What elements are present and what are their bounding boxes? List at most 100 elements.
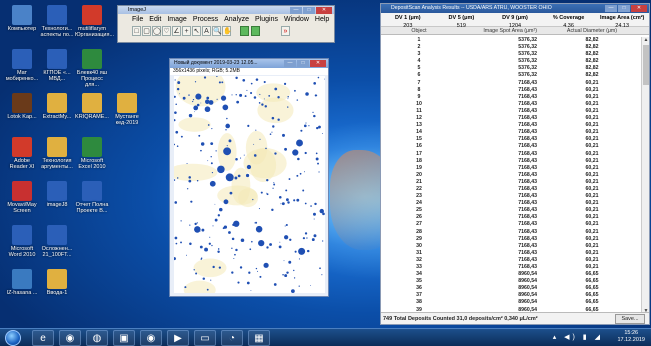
menu-window[interactable]: Window: [284, 16, 309, 23]
table-row[interactable]: 31 7168,43 60,21: [381, 250, 643, 257]
desktop-icon[interactable]: Блевк40 яш Процесс для...: [75, 49, 109, 88]
table-row[interactable]: 9 7168,43 60,21: [381, 94, 643, 101]
table-row[interactable]: 12 7168,43 60,21: [381, 115, 643, 122]
table-row[interactable]: 16 7168,43 60,21: [381, 143, 643, 150]
col-spot-area[interactable]: Image Spot Area (μm²): [457, 27, 543, 34]
imagej-tool[interactable]: 🔍: [212, 26, 222, 36]
desktop-icon[interactable]: Мат мобиренко...: [5, 49, 39, 82]
save-button[interactable]: Save...: [615, 314, 645, 324]
imagej-titlebar[interactable]: ImageJ — □ ✕: [118, 6, 334, 14]
desktop-icon[interactable]: ExtractMy...: [40, 93, 74, 120]
imagej-tool[interactable]: □: [132, 26, 141, 36]
results-table[interactable]: 1 5376,32 82,82 2 5376,32 82,82 3 5376,32 82,82 4…: [381, 37, 643, 314]
desktop-icon[interactable]: KRIQRAME...: [75, 93, 109, 120]
menu-help[interactable]: Help: [315, 16, 329, 23]
imagej-tool[interactable]: +: [182, 26, 191, 36]
table-row[interactable]: 23 7168,43 60,21: [381, 193, 643, 200]
desktop-icon[interactable]: Мустанге кед-2019: [110, 93, 144, 126]
firefox-icon[interactable]: ◍: [86, 330, 108, 346]
table-row[interactable]: 4 5376,32 82,82: [381, 58, 643, 65]
table-row[interactable]: 33 7168,43 60,21: [381, 264, 643, 271]
table-row[interactable]: 29 7168,43 60,21: [381, 236, 643, 243]
table-row[interactable]: 20 7168,43 60,21: [381, 172, 643, 179]
col-diameter[interactable]: Actual Diameter (μm): [543, 27, 641, 34]
deposit-icon[interactable]: ▦: [248, 330, 270, 346]
imagej-tool[interactable]: ✋: [222, 26, 232, 36]
menu-file[interactable]: File: [132, 16, 143, 23]
ie-icon[interactable]: e: [32, 330, 54, 346]
table-row[interactable]: 30 7168,43 60,21: [381, 243, 643, 250]
desktop-icon[interactable]: Adobe Reader XI: [5, 137, 39, 170]
imagej-tool[interactable]: ▢: [142, 26, 151, 36]
chrome-icon[interactable]: ◉: [140, 330, 162, 346]
desktop-icon[interactable]: Ввода-1: [40, 269, 74, 296]
table-row[interactable]: 24 7168,43 60,21: [381, 200, 643, 207]
imagej-plugin-icon[interactable]: [240, 26, 249, 36]
results-scrollbar[interactable]: ▲ ▼: [641, 37, 649, 314]
close-button[interactable]: ✕: [631, 5, 647, 12]
maximize-button[interactable]: □: [297, 60, 309, 67]
table-row[interactable]: 1 5376,32 82,82: [381, 37, 643, 44]
media-player-icon[interactable]: ▶: [167, 330, 189, 346]
table-row[interactable]: 2 5376,32 82,82: [381, 44, 643, 51]
maximize-button[interactable]: □: [303, 7, 315, 14]
image-window-titlebar[interactable]: Новый документ 2019-03-23 12.05... — □ ✕: [170, 59, 328, 68]
imagej-tool[interactable]: ♡: [162, 26, 171, 36]
desktop-icon[interactable]: Microsoft Excel 2010: [75, 137, 109, 170]
maximize-button[interactable]: □: [618, 5, 630, 12]
start-button[interactable]: [5, 330, 21, 346]
table-row[interactable]: 5 5376,32 82,82: [381, 65, 643, 72]
table-row[interactable]: 13 7168,43 60,21: [381, 122, 643, 129]
table-row[interactable]: 32 7168,43 60,21: [381, 257, 643, 264]
minimize-button[interactable]: —: [284, 60, 296, 67]
desktop-icon[interactable]: Lotok Kap...: [5, 93, 39, 120]
table-row[interactable]: 26 7168,43 60,21: [381, 214, 643, 221]
table-row[interactable]: 7 7168,43 60,21: [381, 80, 643, 87]
close-button[interactable]: ✕: [310, 60, 326, 67]
table-row[interactable]: 21 7168,43 60,21: [381, 179, 643, 186]
table-row[interactable]: 3 5376,32 82,82: [381, 51, 643, 58]
table-row[interactable]: 25 7168,43 60,21: [381, 207, 643, 214]
table-row[interactable]: 37 8960,54 66,65: [381, 292, 643, 299]
desktop-icon[interactable]: Отчет Полна Проекте В...: [75, 181, 109, 214]
table-row[interactable]: 38 8960,54 66,65: [381, 299, 643, 306]
menu-plugins[interactable]: Plugins: [255, 16, 278, 23]
desktop-icon[interactable]: mutiliflarym Юрганизация...: [75, 5, 114, 38]
imagej-tool[interactable]: ∠: [172, 26, 181, 36]
explorer-icon[interactable]: ▭: [194, 330, 216, 346]
table-row[interactable]: 28 7168,43 60,21: [381, 229, 643, 236]
table-row[interactable]: 34 8960,54 66,65: [381, 271, 643, 278]
col-object[interactable]: Object: [381, 27, 457, 34]
imagej-icon[interactable]: ◔: [221, 330, 243, 346]
imagej-window[interactable]: ImageJ — □ ✕ File Edit Image Process Analyze Pl…: [117, 5, 335, 43]
table-row[interactable]: 14 7168,43 60,21: [381, 129, 643, 136]
depositscan-titlebar[interactable]: DepositScan Analysis Results -- USDA/ARS…: [381, 4, 649, 13]
desktop-icon[interactable]: Осложнен... 21_100FT...: [40, 225, 74, 258]
desktop-icon[interactable]: IZ-hasana ...: [5, 269, 39, 296]
table-row[interactable]: 19 7168,43 60,21: [381, 165, 643, 172]
table-row[interactable]: 22 7168,43 60,21: [381, 186, 643, 193]
table-row[interactable]: 17 7168,43 60,21: [381, 151, 643, 158]
imagej-tool[interactable]: ↖: [192, 26, 201, 36]
desktop-icon[interactable]: Технологи... аспекты по...: [40, 5, 74, 38]
table-row[interactable]: 6 5376,32 82,82: [381, 72, 643, 79]
clock[interactable]: 15:26 17.12.2019: [617, 330, 645, 344]
table-row[interactable]: 11 7168,43 60,21: [381, 108, 643, 115]
table-row[interactable]: 27 7168,43 60,21: [381, 221, 643, 228]
tray-icons[interactable]: ▴ ◀) ▮ ◢: [553, 333, 603, 341]
save-icon[interactable]: ▣: [113, 330, 135, 346]
menu-image[interactable]: Image: [167, 16, 186, 23]
table-row[interactable]: 8 7168,43 60,21: [381, 87, 643, 94]
menu-edit[interactable]: Edit: [149, 16, 161, 23]
desktop-icon[interactable]: Технология аргументы...: [40, 137, 74, 170]
depositscan-window[interactable]: DepositScan Analysis Results -- USDA/ARS…: [380, 3, 650, 325]
table-row[interactable]: 35 8960,54 66,65: [381, 278, 643, 285]
desktop-icon[interactable]: Компьютер: [5, 5, 39, 32]
desktop-icon[interactable]: КГПОЕ «... МВД...: [40, 49, 74, 82]
imagej-tool[interactable]: ◯: [152, 26, 161, 36]
table-row[interactable]: 36 8960,54 66,65: [381, 285, 643, 292]
imagej-tool[interactable]: A: [202, 26, 211, 36]
scroll-up-icon[interactable]: ▲: [642, 37, 650, 43]
menu-process[interactable]: Process: [193, 16, 218, 23]
desktop-icon[interactable]: Movavi/May Screen: [5, 181, 39, 214]
